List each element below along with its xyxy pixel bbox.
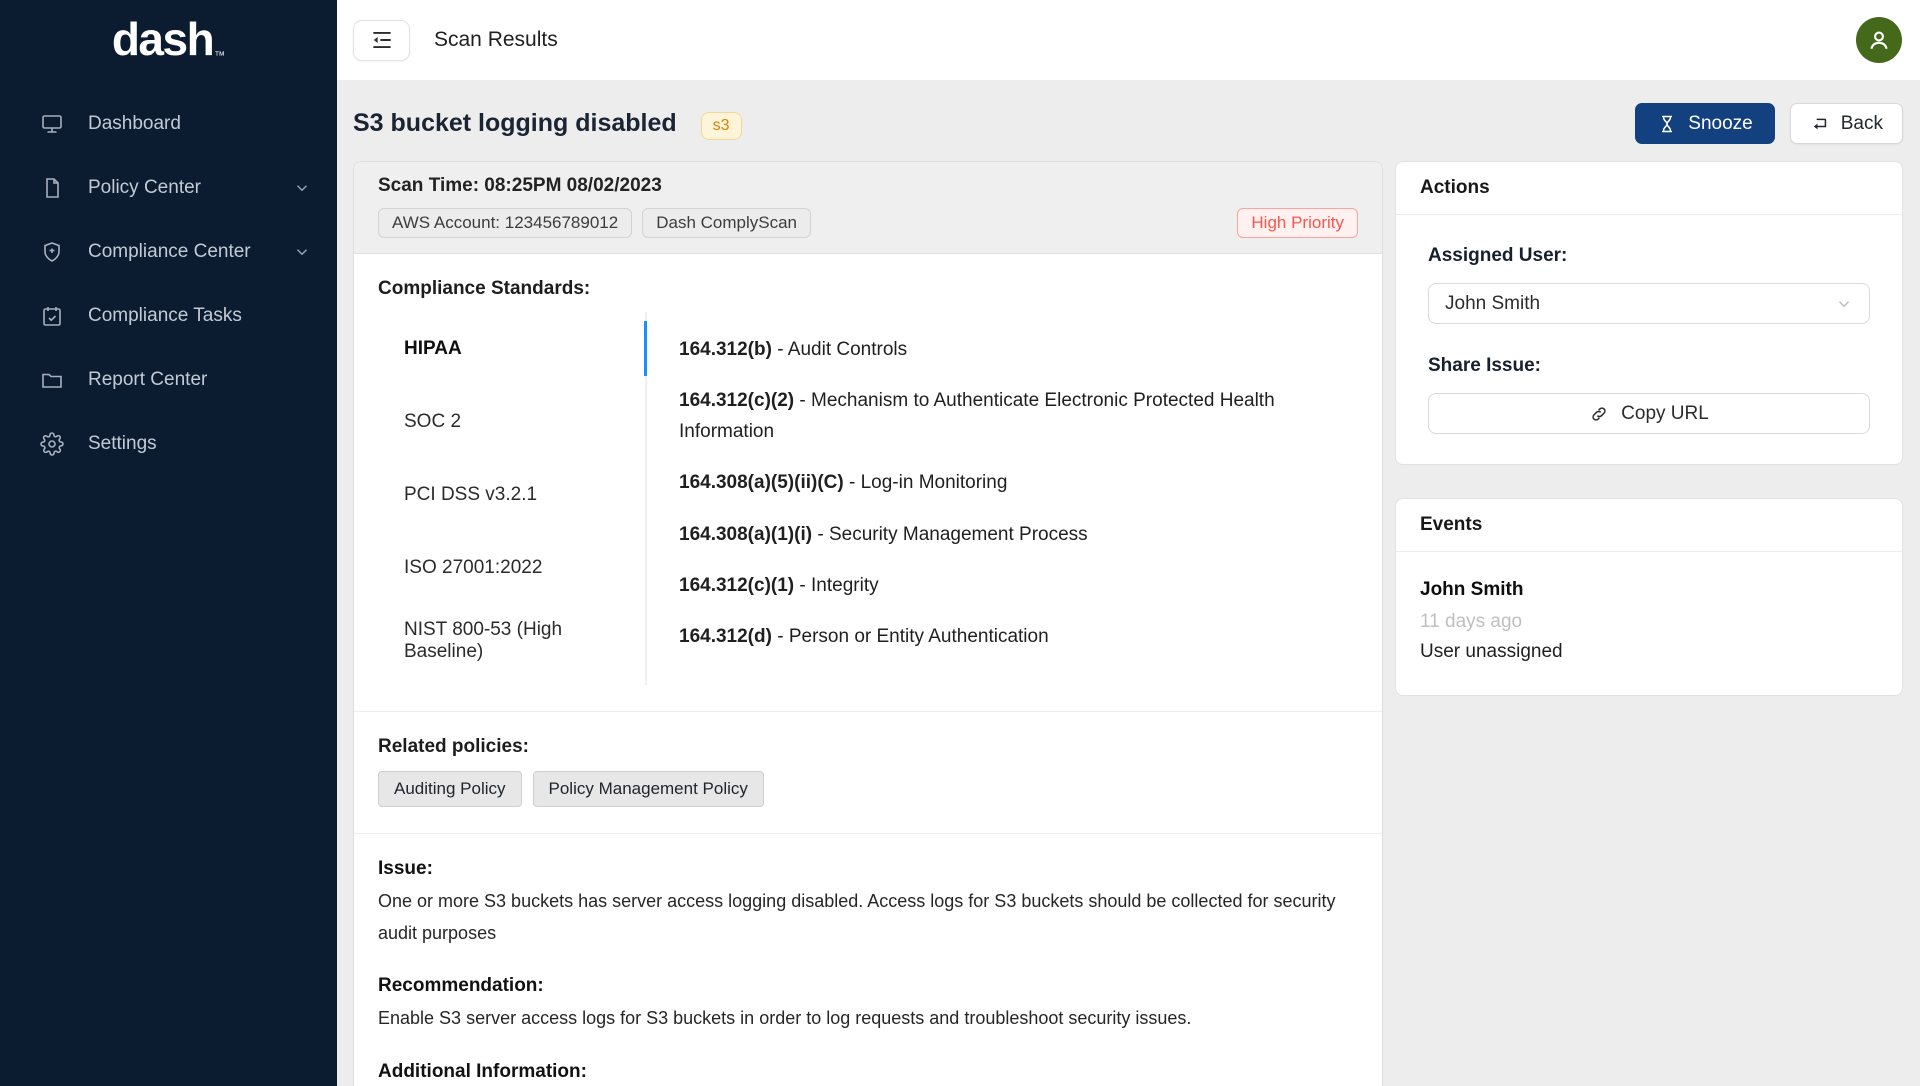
chevron-down-icon — [293, 243, 311, 261]
snooze-button[interactable]: Snooze — [1635, 103, 1774, 144]
link-icon — [1589, 404, 1609, 424]
tab-soc2[interactable]: SOC 2 — [378, 385, 645, 458]
page-breadcrumb-title: Scan Results — [434, 28, 558, 52]
chevron-down-icon — [1835, 295, 1853, 313]
app: dash™ Dashboard Policy Center Compliance… — [0, 0, 1920, 1086]
sidebar-item-label: Compliance Center — [88, 241, 251, 263]
tab-iso-27001[interactable]: ISO 27001:2022 — [378, 531, 645, 604]
user-avatar[interactable] — [1856, 17, 1902, 63]
content: S3 bucket logging disabled s3 Snooze Bac… — [337, 80, 1920, 1086]
menu-fold-icon — [369, 27, 395, 53]
control-item: 164.312(c)(1) - Integrity — [679, 571, 1358, 601]
issue-section: Issue: One or more S3 buckets has server… — [354, 834, 1382, 1086]
return-arrow-icon — [1810, 114, 1830, 134]
chevron-down-icon — [293, 179, 311, 197]
actions-card: Actions Assigned User: John Smith Share … — [1395, 161, 1903, 465]
sidebar-item-report-center[interactable]: Report Center — [0, 348, 337, 412]
trademark-mark: ™ — [214, 50, 225, 62]
service-tag: s3 — [701, 112, 742, 140]
event-user: John Smith — [1420, 579, 1878, 601]
gear-icon — [40, 432, 64, 456]
sidebar-item-label: Dashboard — [88, 113, 181, 135]
policy-button-auditing[interactable]: Auditing Policy — [378, 771, 522, 807]
page-title: S3 bucket logging disabled — [353, 109, 677, 138]
events-card-body: John Smith 11 days ago User unassigned — [1396, 552, 1902, 695]
tab-nist-800-53[interactable]: NIST 800-53 (High Baseline) — [378, 604, 645, 677]
user-icon — [1865, 26, 1893, 54]
assigned-user-label: Assigned User: — [1428, 245, 1870, 267]
file-icon — [40, 176, 64, 200]
topbar: Scan Results — [337, 0, 1920, 80]
standards-label: Compliance Standards: — [378, 278, 1358, 300]
calendar-check-icon — [40, 304, 64, 328]
recommendation-text: Enable S3 server access logs for S3 buck… — [378, 1003, 1358, 1035]
controls-list: 164.312(b) - Audit Controls 164.312(c)(2… — [647, 312, 1358, 685]
active-tab-indicator — [644, 321, 647, 376]
monitor-icon — [40, 112, 64, 136]
related-policies-row: Auditing Policy Policy Management Policy — [378, 771, 1358, 807]
sidebar-item-label: Policy Center — [88, 177, 201, 199]
actions-card-title: Actions — [1396, 162, 1902, 215]
event-action: User unassigned — [1420, 641, 1878, 663]
related-policies-section: Related policies: Auditing Policy Policy… — [354, 712, 1382, 833]
assigned-user-select[interactable]: John Smith — [1428, 283, 1870, 324]
aws-account-badge: AWS Account: 123456789012 — [378, 208, 632, 238]
scan-time: Scan Time: 08:25PM 08/02/2023 — [378, 175, 811, 197]
related-policies-label: Related policies: — [378, 736, 1358, 758]
header-actions: Snooze Back — [1635, 103, 1903, 144]
control-item: 164.308(a)(5)(ii)(C) - Log-in Monitoring — [679, 468, 1358, 498]
issue-label: Issue: — [378, 858, 1358, 880]
additional-info-label: Additional Information: — [378, 1061, 1358, 1083]
share-issue-label: Share Issue: — [1428, 355, 1870, 377]
sidebar-item-compliance-tasks[interactable]: Compliance Tasks — [0, 284, 337, 348]
main-area: Scan Results S3 bucket logging disabled … — [337, 0, 1920, 1086]
sidebar-item-policy-center[interactable]: Policy Center — [0, 156, 337, 220]
sidebar-item-dashboard[interactable]: Dashboard — [0, 92, 337, 156]
scan-meta: Scan Time: 08:25PM 08/02/2023 AWS Accoun… — [378, 175, 811, 238]
recommendation-label: Recommendation: — [378, 975, 1358, 997]
scan-result-card: Scan Time: 08:25PM 08/02/2023 AWS Accoun… — [353, 161, 1383, 1086]
sidebar-item-compliance-center[interactable]: Compliance Center — [0, 220, 337, 284]
back-button[interactable]: Back — [1790, 103, 1903, 144]
standards-tab-list: HIPAA SOC 2 PCI DSS v3.2.1 ISO 27001:202… — [378, 312, 647, 685]
sidebar-collapse-button[interactable] — [353, 20, 410, 61]
standards-section: Compliance Standards: HIPAA SOC 2 PCI DS… — [354, 254, 1382, 711]
sidebar-item-label: Settings — [88, 433, 157, 455]
sidebar-nav: Dashboard Policy Center Compliance Cente… — [0, 92, 337, 476]
scan-source-badge: Dash ComplyScan — [642, 208, 811, 238]
sidebar-item-settings[interactable]: Settings — [0, 412, 337, 476]
sidebar-item-label: Compliance Tasks — [88, 305, 242, 327]
events-card: Events John Smith 11 days ago User unass… — [1395, 498, 1903, 696]
sidebar-item-label: Report Center — [88, 369, 207, 391]
tab-pci-dss[interactable]: PCI DSS v3.2.1 — [378, 458, 645, 531]
standards-tabs-panel: HIPAA SOC 2 PCI DSS v3.2.1 ISO 27001:202… — [378, 312, 1358, 685]
event-entry: John Smith 11 days ago User unassigned — [1420, 579, 1878, 663]
control-item: 164.308(a)(1)(i) - Security Management P… — [679, 520, 1358, 550]
actions-card-body: Assigned User: John Smith Share Issue: C… — [1396, 215, 1902, 464]
hourglass-icon — [1657, 114, 1677, 134]
page-header: S3 bucket logging disabled s3 Snooze Bac… — [353, 103, 1903, 144]
tab-hipaa[interactable]: HIPAA — [378, 312, 645, 385]
assigned-user-value: John Smith — [1445, 293, 1540, 315]
right-column: Actions Assigned User: John Smith Share … — [1395, 161, 1903, 696]
control-item: 164.312(b) - Audit Controls — [679, 335, 1358, 365]
columns: Scan Time: 08:25PM 08/02/2023 AWS Accoun… — [353, 161, 1903, 1086]
folder-icon — [40, 368, 64, 392]
issue-text: One or more S3 buckets has server access… — [378, 886, 1358, 949]
shield-icon — [40, 240, 64, 264]
copy-url-button[interactable]: Copy URL — [1428, 393, 1870, 434]
events-card-title: Events — [1396, 499, 1902, 552]
scan-card-header: Scan Time: 08:25PM 08/02/2023 AWS Accoun… — [354, 162, 1382, 254]
scan-badges: AWS Account: 123456789012 Dash ComplySca… — [378, 208, 811, 238]
event-timestamp: 11 days ago — [1420, 611, 1878, 633]
control-item: 164.312(c)(2) - Mechanism to Authenticat… — [679, 386, 1358, 447]
policy-button-policy-management[interactable]: Policy Management Policy — [533, 771, 764, 807]
control-item: 164.312(d) - Person or Entity Authentica… — [679, 622, 1358, 652]
priority-badge: High Priority — [1237, 208, 1358, 238]
sidebar: dash™ Dashboard Policy Center Compliance… — [0, 0, 337, 1086]
dash-logo: dash™ — [0, 16, 337, 62]
